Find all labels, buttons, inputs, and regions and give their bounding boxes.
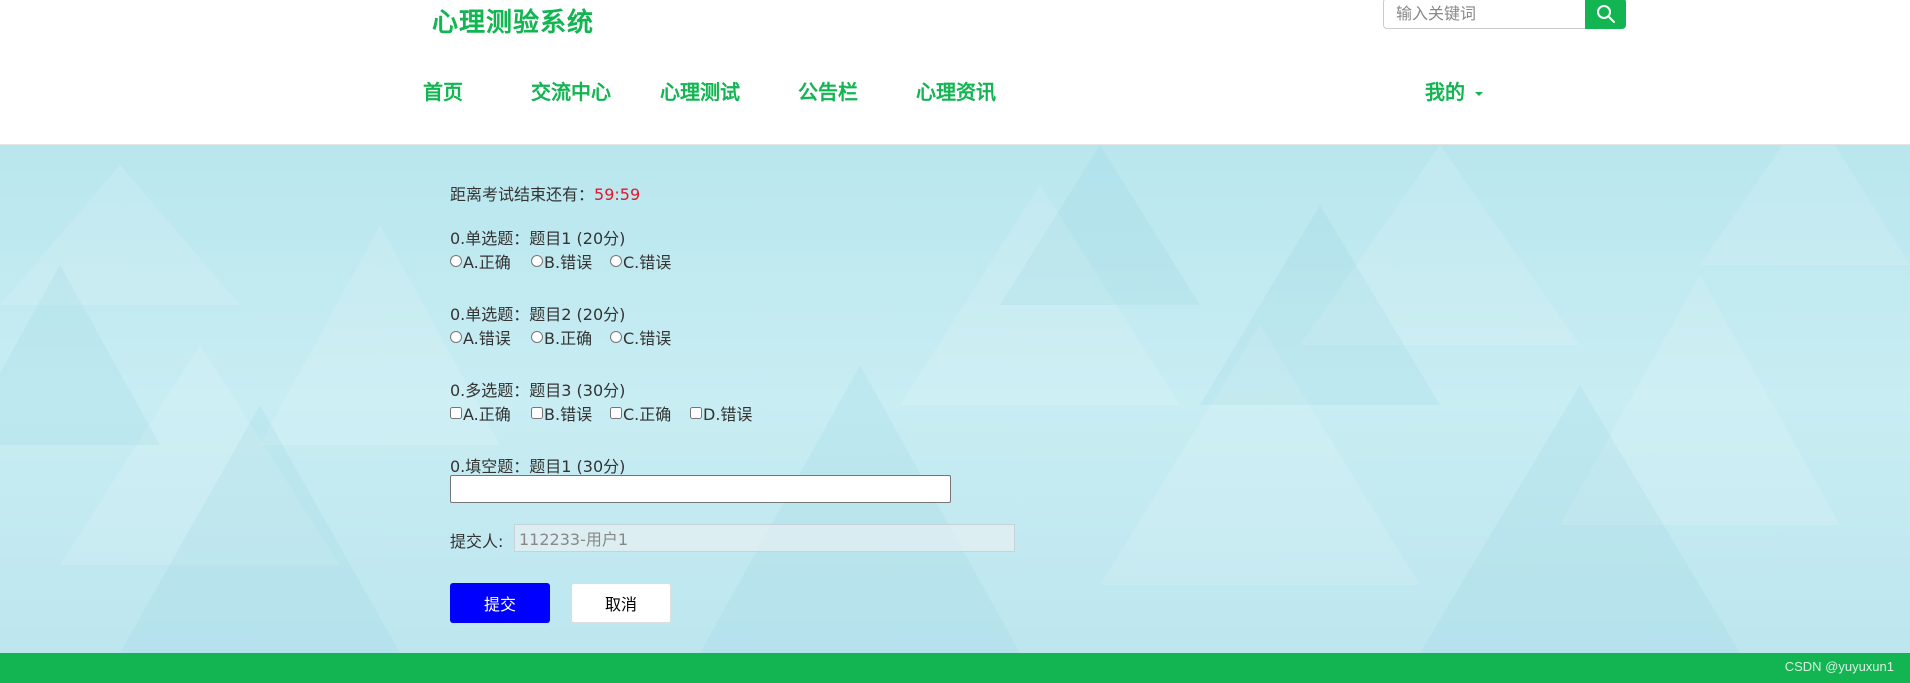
q4-answer-input[interactable] bbox=[450, 475, 951, 503]
q1-option-c[interactable]: C.错误 bbox=[610, 249, 671, 273]
question-title: 0.单选题：题目2 (20分) bbox=[450, 305, 626, 324]
q2-option-a[interactable]: A.错误 bbox=[450, 325, 511, 349]
caret-down-icon bbox=[1475, 91, 1483, 96]
nav-user-menu[interactable]: 我的 bbox=[1425, 76, 1483, 105]
q1-radio-c[interactable] bbox=[610, 255, 622, 267]
timer-label: 距离考试结束还有： bbox=[450, 185, 595, 204]
q3-option-b[interactable]: B.错误 bbox=[531, 401, 592, 425]
question-title: 0.多选题：题目3 (30分) bbox=[450, 381, 626, 400]
search-bar bbox=[1383, 0, 1626, 29]
watermark: CSDN @yuyuxun1 bbox=[1784, 659, 1894, 674]
nav-psych-test[interactable]: 心理测试 bbox=[660, 76, 740, 105]
user-menu-label: 我的 bbox=[1425, 80, 1465, 104]
header: 心理测验系统 首页 交流中心 心理测试 公告栏 心理资讯 我的 bbox=[0, 0, 1910, 145]
triangle-pattern-background bbox=[0, 145, 1910, 653]
exam-area: 距离考试结束还有：59:59 0.单选题：题目1 (20分) A.正确 B.错误… bbox=[0, 145, 1910, 653]
search-button[interactable] bbox=[1585, 0, 1626, 29]
footer: CSDN @yuyuxun1 bbox=[0, 653, 1910, 683]
timer-value: 59:59 bbox=[594, 185, 641, 204]
nav-community[interactable]: 交流中心 bbox=[531, 76, 611, 105]
q2-option-c[interactable]: C.错误 bbox=[610, 325, 671, 349]
q2-radio-a[interactable] bbox=[450, 331, 462, 343]
nav-bulletin[interactable]: 公告栏 bbox=[798, 76, 858, 105]
q2-radio-c[interactable] bbox=[610, 331, 622, 343]
nav-home[interactable]: 首页 bbox=[423, 76, 463, 105]
q3-checkbox-a[interactable] bbox=[450, 407, 462, 419]
q1-radio-b[interactable] bbox=[531, 255, 543, 267]
nav-news[interactable]: 心理资讯 bbox=[916, 76, 996, 105]
submitter-field[interactable] bbox=[514, 524, 1015, 552]
q3-option-a[interactable]: A.正确 bbox=[450, 401, 511, 425]
search-icon bbox=[1596, 4, 1615, 23]
q3-checkbox-d[interactable] bbox=[690, 407, 702, 419]
q2-option-b[interactable]: B.正确 bbox=[531, 325, 592, 349]
cancel-button[interactable]: 取消 bbox=[571, 583, 671, 623]
q1-radio-a[interactable] bbox=[450, 255, 462, 267]
q3-option-c[interactable]: C.正确 bbox=[610, 401, 671, 425]
q2-radio-b[interactable] bbox=[531, 331, 543, 343]
q3-checkbox-b[interactable] bbox=[531, 407, 543, 419]
question-title: 0.单选题：题目1 (20分) bbox=[450, 229, 626, 248]
submitter-label: 提交人: bbox=[450, 532, 504, 551]
question-title: 0.填空题：题目1 (30分) bbox=[450, 457, 626, 476]
q1-option-b[interactable]: B.错误 bbox=[531, 249, 592, 273]
search-input[interactable] bbox=[1383, 0, 1585, 29]
q3-option-d[interactable]: D.错误 bbox=[690, 401, 752, 425]
q3-checkbox-c[interactable] bbox=[610, 407, 622, 419]
submit-button[interactable]: 提交 bbox=[450, 583, 550, 623]
site-logo[interactable]: 心理测验系统 bbox=[432, 2, 594, 39]
exam-timer: 距离考试结束还有：59:59 bbox=[450, 181, 640, 205]
q1-option-a[interactable]: A.正确 bbox=[450, 249, 511, 273]
